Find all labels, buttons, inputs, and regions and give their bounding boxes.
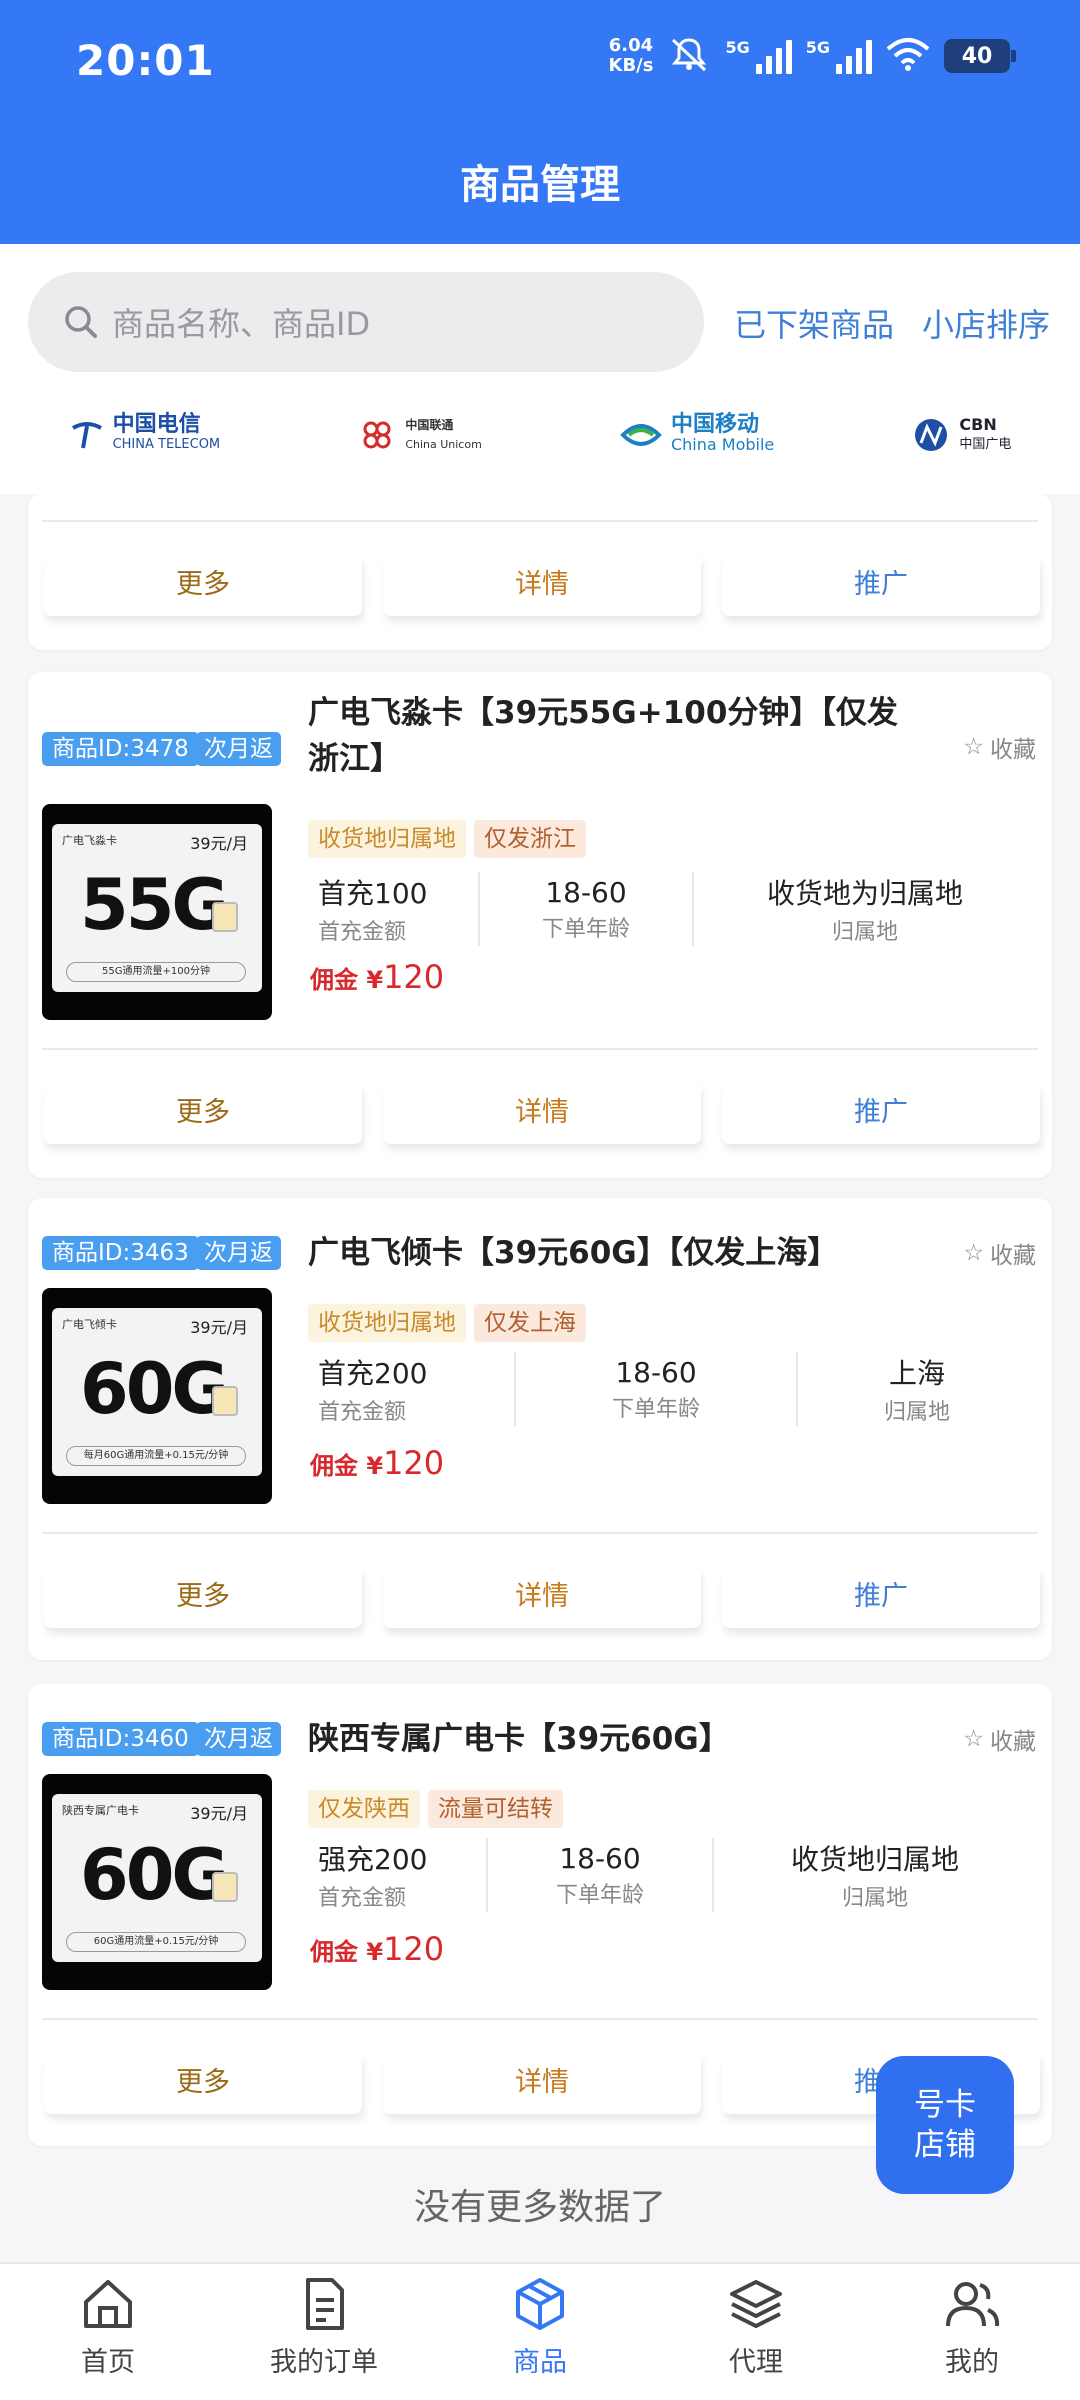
signal-icon: 5G — [725, 38, 792, 74]
more-button[interactable]: 更多 — [44, 1082, 362, 1144]
detail-button[interactable]: 详情 — [383, 1082, 701, 1144]
sim-chip-icon — [212, 1386, 238, 1416]
favorite-button[interactable]: ☆ 收藏 — [963, 730, 1036, 764]
star-icon: ☆ — [963, 734, 984, 760]
product-title[interactable]: 广电飞倾卡【39元60G】【仅发上海】 — [308, 1230, 928, 1276]
star-icon: ☆ — [963, 1726, 984, 1752]
search-icon — [65, 306, 97, 338]
telecom-logo-icon — [71, 422, 102, 449]
commission: 佣金 ¥120 — [310, 958, 445, 996]
product-card[interactable]: 商品ID:3463 次月返 广电飞倾卡【39元60G】【仅发上海】 ☆ 收藏 广电… — [28, 1198, 1052, 1660]
unicom-logo-icon — [363, 421, 391, 449]
star-icon: ☆ — [963, 1240, 984, 1266]
search-input[interactable]: 商品名称、商品ID — [28, 272, 704, 372]
tag-chips: 仅发陕西 流量可结转 — [308, 1790, 563, 1828]
commission: 佣金 ¥120 — [310, 1930, 445, 1968]
search-placeholder: 商品名称、商品ID — [112, 305, 371, 343]
status-time: 20:01 — [76, 36, 215, 85]
return-badge: 次月返 — [196, 732, 281, 766]
wifi-icon — [886, 37, 930, 75]
bottom-nav: 首页 我的订单 商品 代理 我的 — [0, 2262, 1080, 2400]
signal-icon-2: 5G — [806, 38, 872, 74]
tag-chip: 收货地归属地 — [308, 1304, 466, 1342]
return-badge: 次月返 — [196, 1236, 281, 1270]
operator-telecom[interactable]: 中国电信 CHINA TELECOM — [69, 414, 220, 455]
operator-mobile[interactable]: 中国移动 China Mobile — [619, 414, 774, 455]
favorite-button[interactable]: ☆ 收藏 — [963, 1722, 1036, 1756]
operator-tabs: 中国电信 CHINA TELECOM 中国联通 China Unicom 中国移动 C… — [0, 395, 1080, 475]
removed-products-link[interactable]: 已下架商品 — [734, 300, 894, 346]
operator-cbn[interactable]: CBN 中国广电 — [911, 415, 1011, 455]
tag-chip: 仅发陕西 — [308, 1790, 420, 1828]
mobile-logo-icon — [620, 424, 662, 446]
product-stats: 强充200 首充金额 18-60 下单年龄 收货地归属地 归属地 — [308, 1838, 1036, 1912]
promote-button[interactable]: 推广 — [722, 1566, 1040, 1628]
product-id-badge: 商品ID:3463 — [42, 1236, 199, 1270]
product-image: 广电飞淼卡 39元/月 55G 55G通用流量+100分钟 — [42, 804, 272, 1020]
shop-sort-link[interactable]: 小店排序 — [922, 300, 1050, 346]
favorite-button[interactable]: ☆ 收藏 — [963, 1236, 1036, 1270]
product-title[interactable]: 广电飞淼卡【39元55G+100分钟】【仅发浙江】 — [308, 690, 928, 782]
commission: 佣金 ¥120 — [310, 1444, 445, 1482]
layers-icon — [730, 2280, 782, 2329]
battery-icon: 40 — [944, 39, 1016, 73]
nav-home[interactable]: 首页 — [0, 2264, 216, 2400]
app-header: 20:01 6.04 KB/s 5G 5G 40 商品管理 — [0, 0, 1080, 244]
nav-products[interactable]: 商品 — [432, 2264, 648, 2400]
promote-button[interactable]: 推广 — [722, 554, 1040, 616]
users-icon — [946, 2282, 1000, 2327]
sim-chip-icon — [212, 1872, 238, 1902]
product-card-partial: 更多 详情 推广 — [28, 494, 1052, 650]
document-icon — [306, 2278, 344, 2330]
promote-button[interactable]: 推广 — [722, 1082, 1040, 1144]
product-image: 广电飞倾卡 39元/月 60G 每月60G通用流量+0.15元/分钟 — [42, 1288, 272, 1504]
status-icons: 6.04 KB/s 5G 5G 40 — [608, 35, 1016, 76]
card-shop-float-button[interactable]: 号卡 店铺 — [876, 2056, 1014, 2194]
sim-chip-icon — [212, 902, 238, 932]
detail-button[interactable]: 详情 — [383, 554, 701, 616]
product-title[interactable]: 陕西专属广电卡【39元60G】 — [308, 1716, 928, 1762]
network-speed: 6.04 KB/s — [608, 35, 654, 76]
tag-chips: 收货地归属地 仅发浙江 — [308, 820, 586, 858]
tag-chip: 仅发上海 — [474, 1304, 586, 1342]
tag-chip: 收货地归属地 — [308, 820, 466, 858]
product-id-badge: 商品ID:3478 — [42, 732, 199, 766]
detail-button[interactable]: 详情 — [383, 1566, 701, 1628]
product-card[interactable]: 商品ID:3478 次月返 广电飞淼卡【39元55G+100分钟】【仅发浙江】 … — [28, 672, 1052, 1178]
operator-unicom[interactable]: 中国联通 China Unicom — [357, 415, 482, 455]
more-button[interactable]: 更多 — [44, 2052, 362, 2114]
cbn-logo-icon — [915, 419, 948, 451]
tag-chip: 仅发浙江 — [474, 820, 586, 858]
nav-mine[interactable]: 我的 — [864, 2264, 1080, 2400]
home-icon — [84, 2280, 132, 2328]
product-id-badge: 商品ID:3460 — [42, 1722, 199, 1756]
product-image: 陕西专属广电卡 39元/月 60G 60G通用流量+0.15元/分钟 — [42, 1774, 272, 1990]
nav-agent[interactable]: 代理 — [648, 2264, 864, 2400]
return-badge: 次月返 — [196, 1722, 281, 1756]
detail-button[interactable]: 详情 — [383, 2052, 701, 2114]
mute-icon — [667, 36, 711, 76]
box-icon — [516, 2278, 564, 2330]
product-stats: 首充200 首充金额 18-60 下单年龄 上海 归属地 — [308, 1352, 1036, 1426]
product-stats: 首充100 首充金额 18-60 下单年龄 收货地为归属地 归属地 — [308, 872, 1036, 946]
nav-orders[interactable]: 我的订单 — [216, 2264, 432, 2400]
more-button[interactable]: 更多 — [44, 554, 362, 616]
tag-chip: 流量可结转 — [428, 1790, 563, 1828]
more-button[interactable]: 更多 — [44, 1566, 362, 1628]
page-title: 商品管理 — [460, 162, 620, 208]
tag-chips: 收货地归属地 仅发上海 — [308, 1304, 586, 1342]
